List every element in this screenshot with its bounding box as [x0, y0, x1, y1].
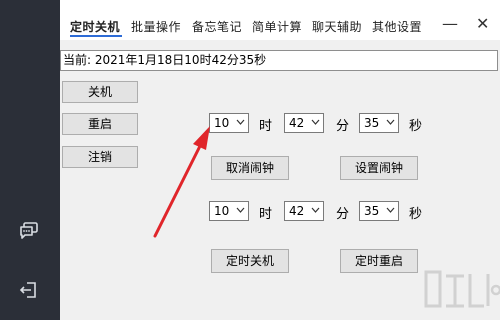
tab-other-settings[interactable]: 其他设置: [372, 18, 422, 35]
timer-minute-value: 42: [289, 204, 305, 218]
tab-batch-operation[interactable]: 批量操作: [131, 18, 181, 35]
logout-icon[interactable]: [19, 280, 39, 304]
set-alarm-button[interactable]: 设置闹钟: [340, 156, 418, 180]
timer-second-select[interactable]: 35: [359, 201, 399, 221]
alarm-hour-value: 10: [214, 116, 230, 130]
timer-hour-value: 10: [214, 204, 230, 218]
restart-button[interactable]: 重启: [62, 113, 138, 135]
alarm-hour-unit: 时: [259, 119, 273, 134]
timer-second-unit: 秒: [409, 207, 423, 222]
chevron-down-icon: [311, 119, 320, 125]
tab-scheduled-shutdown[interactable]: 定时关机: [70, 18, 120, 35]
tab-memo-notes[interactable]: 备忘笔记: [192, 18, 242, 35]
alarm-second-value: 35: [364, 116, 380, 130]
minimize-button[interactable]: —: [442, 14, 458, 33]
sidebar: [0, 0, 60, 320]
alarm-minute-unit: 分: [336, 119, 350, 134]
watermark-logo: [424, 270, 500, 308]
timed-restart-button[interactable]: 定时重启: [340, 249, 418, 273]
tab-simple-calc[interactable]: 简单计算: [252, 18, 302, 35]
alarm-minute-value: 42: [289, 116, 305, 130]
chevron-down-icon: [311, 207, 320, 213]
chevron-down-icon: [386, 207, 395, 213]
timer-hour-select[interactable]: 10: [209, 201, 249, 221]
alarm-second-select[interactable]: 35: [359, 113, 399, 133]
alarm-minute-select[interactable]: 42: [284, 113, 324, 133]
logoff-button[interactable]: 注销: [62, 146, 138, 168]
timed-shutdown-button[interactable]: 定时关机: [211, 249, 289, 273]
shutdown-button[interactable]: 关机: [62, 81, 138, 103]
chevron-down-icon: [236, 119, 245, 125]
timer-minute-unit: 分: [336, 207, 350, 222]
alarm-hour-select[interactable]: 10: [209, 113, 249, 133]
timer-hour-unit: 时: [259, 207, 273, 222]
tab-chat-assist[interactable]: 聊天辅助: [312, 18, 362, 35]
chat-icon[interactable]: [19, 222, 39, 244]
close-button[interactable]: ✕: [476, 14, 489, 33]
main-panel: 定时关机 批量操作 备忘笔记 简单计算 聊天辅助 其他设置 — ✕ 当前: 20…: [60, 0, 500, 320]
cancel-alarm-button[interactable]: 取消闹钟: [211, 156, 289, 180]
chevron-down-icon: [236, 207, 245, 213]
timer-minute-select[interactable]: 42: [284, 201, 324, 221]
tab-bar: 定时关机 批量操作 备忘笔记 简单计算 聊天辅助 其他设置 — ✕: [60, 0, 500, 40]
timer-second-value: 35: [364, 204, 380, 218]
current-time-field: 当前: 2021年1月18日10时42分35秒: [60, 50, 498, 71]
active-tab-indicator: [70, 35, 122, 37]
chevron-down-icon: [386, 119, 395, 125]
alarm-second-unit: 秒: [409, 119, 423, 134]
